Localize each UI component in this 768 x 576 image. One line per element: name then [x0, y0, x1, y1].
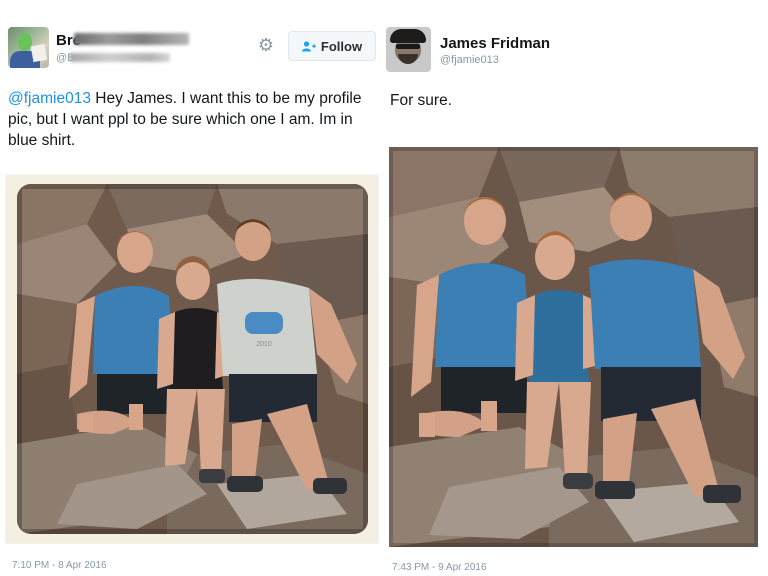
avatar-hat	[390, 29, 426, 43]
tweet-timestamp[interactable]: 7:10 PM - 8 Apr 2016	[12, 560, 107, 571]
avatar-glasses	[396, 44, 420, 49]
avatar-face	[18, 33, 32, 51]
avatar-paper	[30, 43, 48, 63]
user-avatar[interactable]	[8, 27, 49, 68]
avatar-beard	[398, 54, 418, 64]
reply-timestamp[interactable]: 7:43 PM - 9 Apr 2016	[392, 562, 487, 573]
edited-photo[interactable]	[389, 147, 758, 547]
follow-label: Follow	[320, 38, 363, 54]
mention-link[interactable]: @fjamie013	[8, 90, 91, 107]
add-user-icon	[301, 40, 316, 52]
author-handle: @fjamie013	[440, 54, 499, 66]
redacted-name-blur	[74, 33, 189, 45]
author-avatar[interactable]	[386, 27, 431, 72]
reply-text: For sure.	[390, 92, 453, 109]
author-name[interactable]: James Fridman	[440, 35, 550, 52]
redacted-handle-blur	[70, 53, 170, 62]
follow-button[interactable]: Follow	[288, 31, 376, 61]
gear-icon[interactable]: ⚙	[256, 36, 276, 56]
shirt-print-year: 2010	[256, 341, 272, 348]
tweet-text: @fjamie013 Hey James. I want this to be …	[8, 88, 378, 151]
original-photo[interactable]: 2010	[17, 184, 368, 534]
